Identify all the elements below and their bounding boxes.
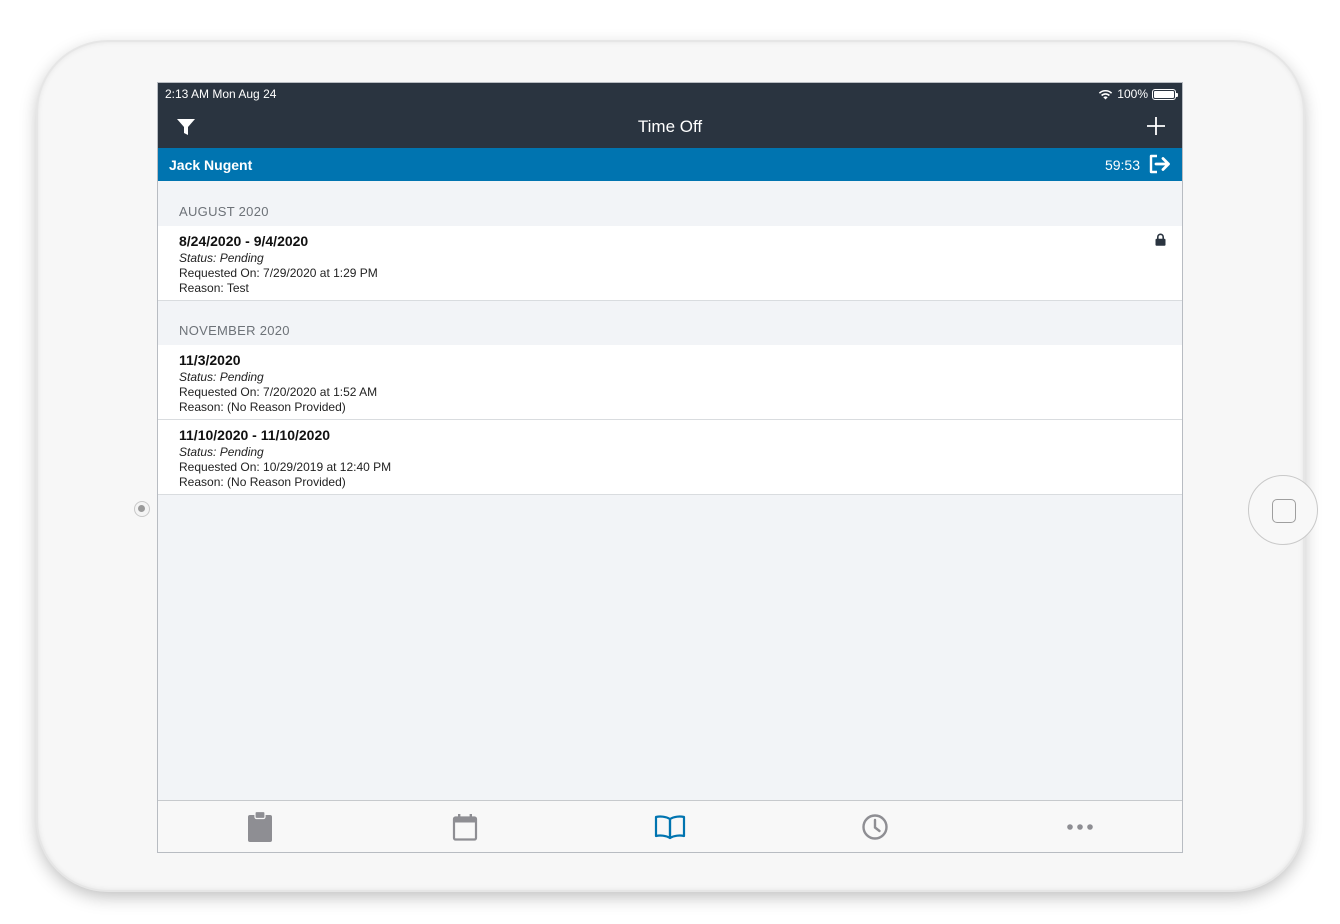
request-requested-on: Requested On: 10/29/2019 at 12:40 PM <box>179 460 392 474</box>
tab-timeclock[interactable] <box>772 801 977 852</box>
time-off-request-row[interactable]: 11/3/2020 Status: Pending Requested On: … <box>158 345 1182 420</box>
logout-icon[interactable] <box>1148 154 1172 174</box>
battery-level <box>1154 90 1174 98</box>
front-camera <box>134 501 150 517</box>
status-bar: 2:13 AM Mon Aug 24 100% <box>158 83 1182 105</box>
time-off-request-row[interactable]: 8/24/2020 - 9/4/2020 Status: Pending Req… <box>158 226 1182 301</box>
request-reason: Reason: (No Reason Provided) <box>179 475 346 489</box>
request-status: Status: Pending <box>179 251 264 265</box>
tab-more[interactable] <box>977 801 1182 852</box>
user-name: Jack Nugent <box>169 157 253 173</box>
section-header-label: AUGUST 2020 <box>179 204 269 219</box>
request-requested-on: Requested On: 7/29/2020 at 1:29 PM <box>179 266 378 280</box>
section-header-label: NOVEMBER 2020 <box>179 323 290 338</box>
request-reason: Reason: (No Reason Provided) <box>179 400 346 414</box>
app-screen: 2:13 AM Mon Aug 24 100% Time Off Jack Nu… <box>157 82 1183 853</box>
tab-bar <box>158 800 1182 852</box>
clock-icon <box>862 813 888 840</box>
user-bar: Jack Nugent 59:53 <box>158 148 1182 181</box>
request-status: Status: Pending <box>179 370 264 384</box>
status-time: 2:13 AM Mon Aug 24 <box>165 87 277 101</box>
request-reason: Reason: Test <box>179 281 249 295</box>
request-requested-on: Requested On: 7/20/2020 at 1:52 AM <box>179 385 378 399</box>
clipboard-icon <box>248 810 273 842</box>
book-icon <box>654 814 686 839</box>
lock-icon <box>1155 233 1166 246</box>
request-dates: 11/3/2020 <box>179 352 241 368</box>
section-header: NOVEMBER 2020 <box>158 301 1182 345</box>
home-button[interactable] <box>1248 475 1318 545</box>
battery-percent: 100% <box>1117 87 1148 101</box>
tab-time-off[interactable] <box>568 801 773 852</box>
add-icon[interactable] <box>1145 115 1167 137</box>
request-dates: 11/10/2020 - 11/10/2020 <box>179 427 331 443</box>
tab-schedule[interactable] <box>363 801 568 852</box>
section-header: AUGUST 2020 <box>158 182 1182 226</box>
request-status: Status: Pending <box>179 445 264 459</box>
time-off-request-row[interactable]: 11/10/2020 - 11/10/2020 Status: Pending … <box>158 420 1182 495</box>
more-icon <box>1066 823 1093 830</box>
wifi-icon <box>1099 89 1113 99</box>
battery-icon <box>1152 88 1178 100</box>
calendar-icon <box>453 813 478 841</box>
session-timer: 59:53 <box>1104 157 1140 173</box>
tab-tasks[interactable] <box>158 801 363 852</box>
navigation-bar: Time Off <box>158 105 1182 148</box>
request-dates: 8/24/2020 - 9/4/2020 <box>179 233 309 249</box>
status-indicators: 100% <box>1098 87 1178 101</box>
page-title: Time Off <box>637 117 703 136</box>
